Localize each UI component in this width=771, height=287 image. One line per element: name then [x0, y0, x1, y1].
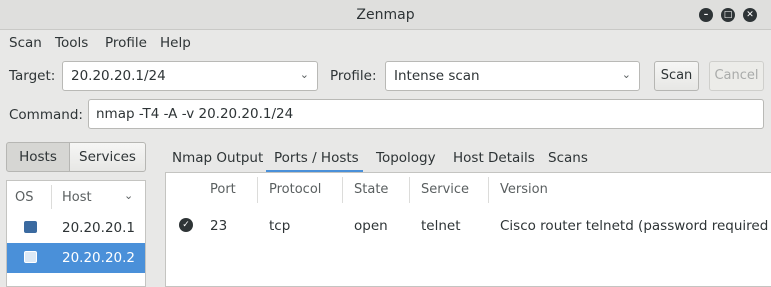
protocol-cell: tcp: [269, 218, 291, 234]
tab-host-details[interactable]: Host Details: [453, 150, 535, 166]
menu-tools[interactable]: Tools: [55, 35, 88, 51]
menu-scan[interactable]: Scan: [9, 35, 42, 51]
protocol-column-header[interactable]: Protocol: [269, 182, 321, 197]
version-column-header[interactable]: Version: [500, 182, 548, 197]
menu-bar: Scan Tools Profile Help: [0, 30, 771, 56]
service-column-header[interactable]: Service: [421, 182, 469, 197]
command-value: nmap -T4 -A -v 20.20.20.1/24: [96, 106, 294, 122]
close-icon[interactable]: ✕: [743, 8, 757, 22]
state-column-header[interactable]: State: [354, 182, 388, 197]
port-column-header[interactable]: Port: [210, 182, 236, 197]
title-bar: Zenmap – □ ✕: [0, 0, 771, 30]
chevron-down-icon: ⌄: [299, 68, 309, 81]
host-name: 20.20.20.1: [62, 220, 135, 236]
cancel-button[interactable]: Cancel: [709, 61, 764, 91]
host-os-icon: [24, 221, 37, 233]
host-os-icon: [24, 251, 37, 263]
host-column-header[interactable]: Host: [62, 190, 92, 205]
host-name: 20.20.20.2: [62, 250, 135, 266]
window-title: Zenmap: [356, 7, 415, 23]
command-input[interactable]: nmap -T4 -A -v 20.20.20.1/24: [88, 99, 764, 129]
column-separator: [51, 185, 52, 209]
target-label: Target:: [9, 68, 56, 84]
column-separator: [342, 177, 343, 203]
tab-scans[interactable]: Scans: [548, 150, 588, 166]
service-cell: telnet: [421, 218, 461, 234]
profile-combobox[interactable]: Intense scan ⌄: [385, 61, 640, 91]
state-cell: open: [354, 218, 388, 234]
tab-topology[interactable]: Topology: [376, 150, 436, 166]
ports-table: Port Protocol State Service Version ✓ 23…: [165, 172, 771, 287]
menu-help[interactable]: Help: [160, 35, 191, 51]
host-list: OS Host ⌄ 20.20.20.1 20.20.20.2: [6, 180, 146, 287]
column-separator: [409, 177, 410, 203]
scan-button[interactable]: Scan: [654, 61, 699, 91]
minimize-icon[interactable]: –: [699, 8, 713, 22]
profile-label: Profile:: [330, 68, 377, 84]
tab-nmap-output[interactable]: Nmap Output: [172, 150, 263, 166]
profile-value: Intense scan: [394, 68, 480, 84]
sort-chevron-icon[interactable]: ⌄: [124, 189, 133, 202]
command-label: Command:: [9, 107, 83, 123]
maximize-icon[interactable]: □: [721, 8, 735, 22]
os-column-header[interactable]: OS: [15, 190, 33, 205]
chevron-down-icon: ⌄: [621, 68, 631, 81]
menu-profile[interactable]: Profile: [105, 35, 147, 51]
column-separator: [257, 177, 258, 203]
target-value: 20.20.20.1/24: [71, 68, 166, 84]
column-separator: [488, 177, 489, 203]
target-combobox[interactable]: 20.20.20.1/24 ⌄: [62, 61, 318, 91]
host-row-selected[interactable]: 20.20.20.2: [7, 243, 145, 273]
version-cell: Cisco router telnetd (password required: [500, 218, 769, 234]
port-cell: 23: [210, 218, 228, 234]
open-port-check-icon: ✓: [179, 218, 193, 232]
tab-ports-hosts[interactable]: Ports / Hosts: [274, 150, 359, 166]
hosts-toggle-button[interactable]: Hosts: [6, 142, 70, 172]
host-row[interactable]: 20.20.20.1: [7, 213, 145, 243]
services-toggle-button[interactable]: Services: [69, 142, 146, 172]
